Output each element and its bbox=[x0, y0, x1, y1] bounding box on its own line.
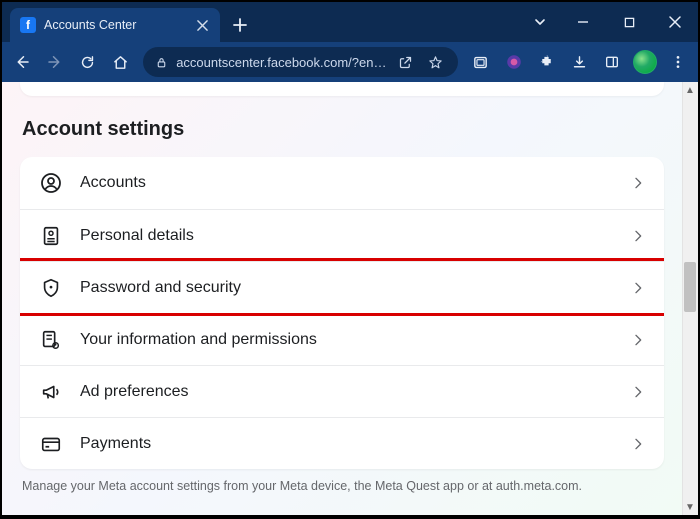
downloads-icon[interactable] bbox=[565, 46, 594, 78]
url-text: accountscenter.facebook.com/?en… bbox=[176, 55, 386, 70]
settings-item-ad-preferences[interactable]: Ad preferences bbox=[20, 365, 664, 417]
card-top-fragment bbox=[20, 82, 664, 96]
chevron-right-icon bbox=[630, 332, 646, 348]
browser-toolbar: accountscenter.facebook.com/?en… bbox=[2, 42, 698, 82]
scrollbar-thumb[interactable] bbox=[684, 262, 696, 312]
chevron-right-icon bbox=[630, 175, 646, 191]
chevron-right-icon bbox=[630, 384, 646, 400]
back-button[interactable] bbox=[8, 46, 37, 78]
reload-button[interactable] bbox=[74, 46, 103, 78]
facebook-favicon: f bbox=[20, 17, 36, 33]
personal-details-icon bbox=[38, 223, 64, 249]
settings-item-accounts[interactable]: Accounts bbox=[20, 157, 664, 209]
side-panel-icon[interactable] bbox=[598, 46, 627, 78]
browser-window: f Accounts Center bbox=[2, 2, 698, 515]
forward-button[interactable] bbox=[41, 46, 70, 78]
viewport: Account settings Accounts Personal det bbox=[2, 82, 698, 515]
page-content: Account settings Accounts Personal det bbox=[2, 82, 682, 515]
extensions-icon[interactable] bbox=[532, 46, 561, 78]
browser-tab[interactable]: f Accounts Center bbox=[10, 8, 220, 42]
scroll-up-icon[interactable]: ▲ bbox=[682, 82, 698, 98]
chevron-right-icon bbox=[630, 436, 646, 452]
footer-text: Manage your Meta account settings from y… bbox=[20, 469, 664, 493]
home-button[interactable] bbox=[106, 46, 135, 78]
reading-list-icon[interactable] bbox=[466, 46, 495, 78]
share-icon[interactable] bbox=[394, 55, 416, 70]
shield-icon bbox=[38, 275, 64, 301]
credit-card-icon bbox=[38, 431, 64, 457]
tab-title: Accounts Center bbox=[44, 18, 186, 32]
accounts-icon bbox=[38, 170, 64, 196]
window-close-button[interactable] bbox=[652, 2, 698, 42]
megaphone-icon bbox=[38, 379, 64, 405]
scroll-down-icon[interactable]: ▼ bbox=[682, 499, 698, 515]
settings-item-personal-details[interactable]: Personal details bbox=[20, 209, 664, 261]
new-tab-button[interactable] bbox=[226, 11, 254, 39]
window-controls bbox=[520, 2, 698, 42]
window-maximize-button[interactable] bbox=[606, 2, 652, 42]
settings-item-label: Payments bbox=[80, 435, 630, 453]
scrollbar[interactable]: ▲ ▼ bbox=[682, 82, 698, 515]
settings-item-label: Accounts bbox=[80, 174, 630, 192]
settings-item-password-security[interactable]: Password and security bbox=[20, 261, 664, 313]
titlebar: f Accounts Center bbox=[2, 2, 698, 42]
profile-avatar[interactable] bbox=[630, 46, 659, 78]
extension-icon-1[interactable] bbox=[499, 46, 528, 78]
settings-item-label: Your information and permissions bbox=[80, 331, 630, 349]
bookmark-star-icon[interactable] bbox=[424, 55, 446, 70]
chevron-right-icon bbox=[630, 228, 646, 244]
settings-item-label: Personal details bbox=[80, 227, 630, 245]
info-permissions-icon bbox=[38, 327, 64, 353]
settings-list: Accounts Personal details bbox=[20, 157, 664, 469]
tab-search-button[interactable] bbox=[520, 2, 560, 42]
settings-item-label: Ad preferences bbox=[80, 383, 630, 401]
window-minimize-button[interactable] bbox=[560, 2, 606, 42]
section-title: Account settings bbox=[22, 118, 662, 141]
tab-close-icon[interactable] bbox=[194, 17, 210, 33]
settings-item-label: Password and security bbox=[80, 279, 630, 297]
chevron-right-icon bbox=[630, 280, 646, 296]
menu-icon[interactable] bbox=[663, 46, 692, 78]
settings-item-payments[interactable]: Payments bbox=[20, 417, 664, 469]
address-bar[interactable]: accountscenter.facebook.com/?en… bbox=[143, 47, 458, 77]
lock-icon bbox=[155, 56, 168, 69]
settings-item-info-permissions[interactable]: Your information and permissions bbox=[20, 313, 664, 365]
